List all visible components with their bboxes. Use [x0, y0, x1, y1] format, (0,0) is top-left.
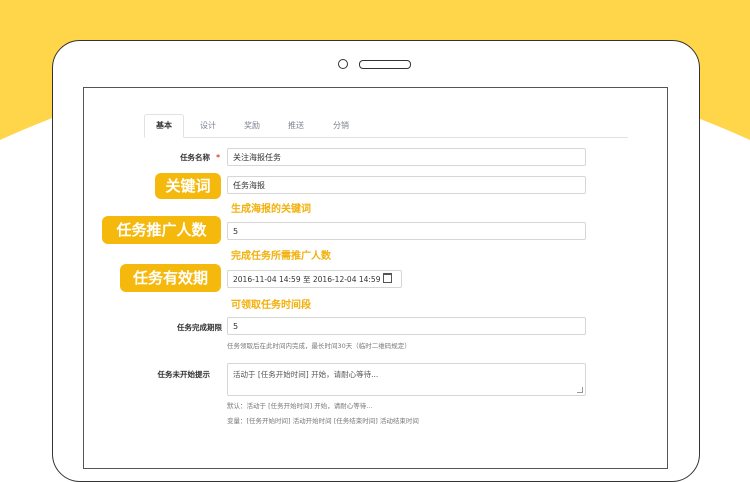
- screen: 基本 设计 奖励 推送 分销 任务名称 * 关注海报任务 关键词 任务海报 生成海…: [83, 87, 668, 469]
- period-badge: 任务有效期: [120, 264, 221, 292]
- deadline-input[interactable]: 5: [227, 317, 586, 335]
- task-name-label-text: 任务名称: [180, 153, 211, 162]
- default-help: 默认：活动于 [任务开始时间] 开始，请耐心等待...: [227, 402, 373, 410]
- promo-count-input[interactable]: 5: [227, 222, 586, 240]
- period-note: 可领取任务时间段: [231, 300, 311, 311]
- tab-push[interactable]: 推送: [276, 115, 316, 137]
- variables-help: 变量：[任务开始时间] 活动开始时间 [任务结束时间] 活动结束时间: [227, 417, 419, 425]
- deadline-help: 任务领取后在此时间内完成，最长时间30天（临时二维码规定）: [227, 342, 411, 350]
- promo-count-note: 完成任务所需推广人数: [231, 251, 331, 262]
- required-mark: *: [216, 153, 220, 162]
- tab-basic[interactable]: 基本: [144, 114, 184, 138]
- not-started-text: 活动于 [任务开始时间] 开始，请耐心等待...: [233, 370, 379, 379]
- keyword-input[interactable]: 任务海报: [227, 176, 586, 194]
- not-started-textarea[interactable]: 活动于 [任务开始时间] 开始，请耐心等待...: [227, 363, 586, 396]
- tab-distribution[interactable]: 分销: [320, 115, 362, 137]
- keyword-note: 生成海报的关键词: [231, 204, 311, 215]
- deadline-label: 任务完成期限: [177, 323, 222, 332]
- task-name-label: 任务名称 *: [100, 152, 220, 163]
- calendar-icon[interactable]: [383, 273, 393, 283]
- not-started-label: 任务未开始提示: [157, 370, 211, 379]
- period-start: 2016-11-04 14:59: [233, 275, 301, 284]
- resize-handle-icon[interactable]: [577, 387, 583, 393]
- camera-icon: [338, 59, 348, 69]
- speaker-icon: [359, 60, 411, 69]
- period-to: 至: [302, 275, 311, 284]
- period-input[interactable]: 2016-11-04 14:59 至 2016-12-04 14:59: [227, 270, 402, 288]
- tab-design[interactable]: 设计: [188, 115, 228, 137]
- tab-reward[interactable]: 奖励: [232, 115, 272, 137]
- tab-bar: 基本 设计 奖励 推送 分销: [144, 114, 628, 138]
- promo-count-badge: 任务推广人数: [102, 216, 221, 244]
- task-name-input[interactable]: 关注海报任务: [227, 148, 586, 166]
- keyword-badge: 关键词: [155, 173, 221, 199]
- period-end: 2016-12-04 14:59: [312, 275, 381, 284]
